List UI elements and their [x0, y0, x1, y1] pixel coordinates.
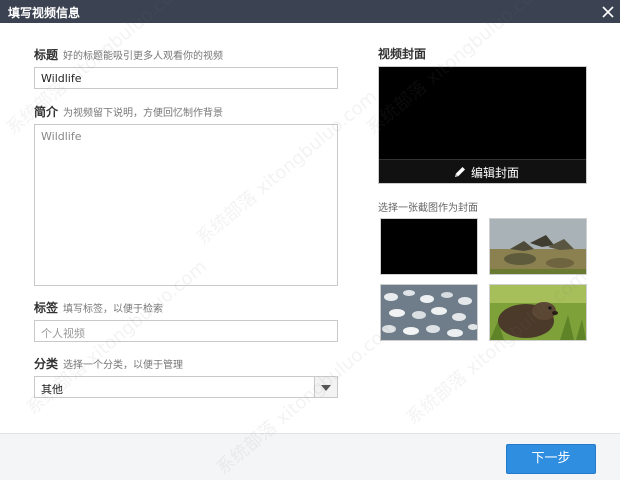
birds-flight-image — [490, 219, 586, 274]
cover-preview: 编辑封面 — [378, 66, 587, 184]
close-button[interactable] — [598, 2, 618, 22]
title-hint: 好的标题能吸引更多人观看你的视频 — [63, 51, 224, 62]
close-icon — [602, 6, 614, 18]
description-textarea[interactable]: Wildlife — [34, 124, 338, 286]
tags-label: 标签 — [34, 301, 59, 315]
tags-hint: 填写标签，以便于检索 — [63, 304, 164, 315]
cover-thumbnail-1[interactable] — [380, 218, 478, 275]
tags-label-row: 标签 填写标签，以便于检索 — [34, 299, 163, 316]
pencil-icon — [455, 167, 465, 177]
title-label: 标题 — [34, 48, 59, 62]
tags-placeholder: 个人视频 — [41, 327, 85, 340]
description-label: 简介 — [34, 105, 59, 119]
description-hint: 为视频留下说明，方便回忆制作背景 — [63, 108, 224, 119]
cover-thumbnail-4[interactable] — [489, 284, 587, 341]
category-select[interactable]: 其他 — [34, 376, 338, 398]
category-dropdown-toggle[interactable] — [314, 377, 337, 397]
window-title: 填写视频信息 — [8, 6, 81, 20]
tags-input[interactable]: 个人视频 — [34, 320, 338, 342]
description-value: Wildlife — [41, 130, 82, 143]
title-input-value: Wildlife — [41, 72, 82, 85]
marmot-image — [490, 285, 586, 340]
title-input[interactable]: Wildlife — [34, 67, 338, 89]
cover-hint: 选择一张截图作为封面 — [378, 203, 478, 214]
chevron-down-icon — [321, 385, 331, 391]
description-label-row: 简介 为视频留下说明，方便回忆制作背景 — [34, 103, 223, 120]
category-label: 分类 — [34, 357, 59, 371]
category-label-row: 分类 选择一个分类，以便于管理 — [34, 355, 183, 372]
cover-thumbnail-2[interactable] — [489, 218, 587, 275]
gannets-colony-image — [381, 285, 477, 340]
next-step-button[interactable]: 下一步 — [506, 444, 596, 474]
edit-cover-label: 编辑封面 — [471, 166, 520, 180]
title-label-row: 标题 好的标题能吸引更多人观看你的视频 — [34, 46, 223, 63]
category-hint: 选择一个分类，以便于管理 — [63, 360, 184, 371]
cover-thumbnail-3[interactable] — [380, 284, 478, 341]
cover-title: 视频封面 — [378, 47, 427, 61]
edit-cover-button[interactable]: 编辑封面 — [379, 159, 586, 183]
title-bar: 填写视频信息 — [0, 0, 620, 23]
black-frame-image — [381, 219, 477, 274]
category-selected-value: 其他 — [41, 383, 63, 396]
